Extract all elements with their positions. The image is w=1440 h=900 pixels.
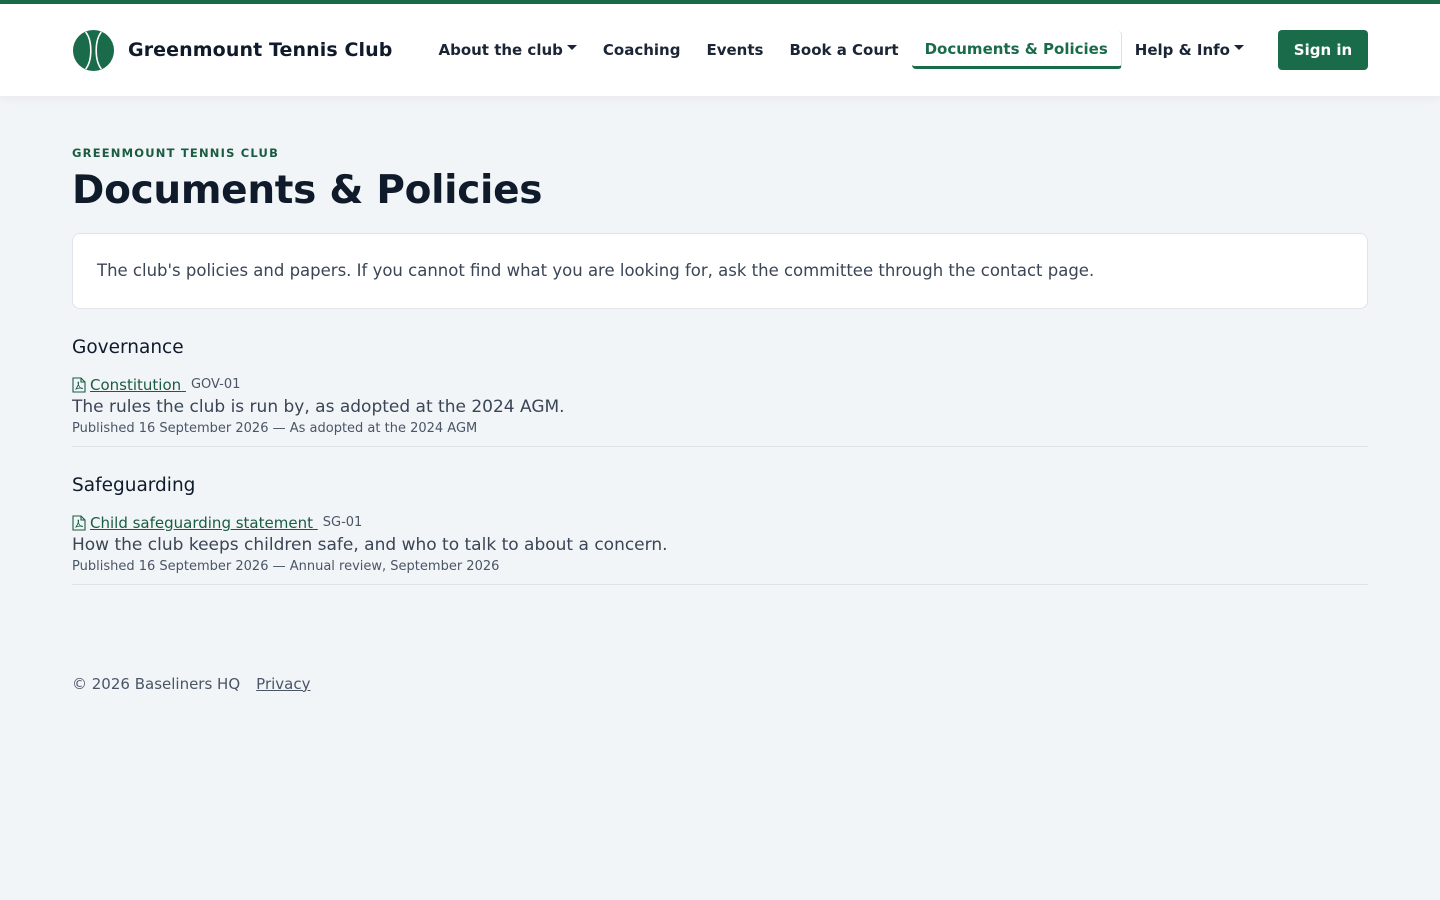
intro-text: The club's policies and papers. If you c… (97, 261, 1095, 281)
document-title-row: Child safeguarding statement SG-01 (72, 514, 1368, 532)
nav-label: Help & Info (1134, 41, 1230, 59)
nav-about-the-club[interactable]: About the club (425, 32, 589, 68)
document-meta: Published 16 September 2026 — Annual rev… (72, 558, 500, 574)
nav-label: Coaching (602, 41, 681, 59)
site-footer: © 2026 Baseliners HQ Privacy (0, 675, 1440, 693)
sign-in-button[interactable]: Sign in (1278, 30, 1368, 70)
nav-events[interactable]: Events (693, 32, 776, 68)
pdf-file-icon (72, 377, 86, 393)
document-item: Constitution GOV-01 The rules the club i… (72, 376, 1368, 447)
caret-down-icon (1234, 44, 1244, 50)
intro-card: The club's policies and papers. If you c… (72, 232, 1368, 309)
main-content: Greenmount Tennis Club Documents & Polic… (0, 146, 1440, 585)
document-code: GOV-01 (190, 377, 241, 393)
nav-label: About the club (438, 41, 563, 59)
caret-down-icon (566, 44, 577, 50)
site-header: Greenmount Tennis Club About the club Co… (0, 4, 1440, 96)
section-governance: Governance Constitution GOV-01 The rules… (72, 337, 1368, 447)
document-description: The rules the club is run by, as adopted… (72, 396, 565, 417)
nav-label: Events (706, 41, 764, 59)
nav-label: Book a Court (789, 41, 899, 59)
nav-book-a-court[interactable]: Book a Court (776, 32, 911, 68)
footer-copyright: © 2026 Baseliners HQ (72, 674, 241, 693)
section-safeguarding: Safeguarding Child safeguarding statemen… (72, 475, 1368, 585)
brand-link[interactable]: Greenmount Tennis Club (72, 29, 392, 72)
document-code: SG-01 (322, 515, 363, 531)
document-link-child-safeguarding[interactable]: Child safeguarding statement (72, 514, 318, 532)
document-link-constitution[interactable]: Constitution (72, 376, 186, 394)
nav-label: Documents & Policies (924, 40, 1108, 58)
page-eyebrow: Greenmount Tennis Club (72, 146, 280, 160)
document-title: Constitution (90, 375, 182, 394)
nav-coaching[interactable]: Coaching (590, 32, 694, 68)
document-item: Child safeguarding statement SG-01 How t… (72, 514, 1368, 585)
page-title: Documents & Policies (72, 168, 543, 213)
document-title-row: Constitution GOV-01 (72, 376, 1368, 394)
brand-name: Greenmount Tennis Club (128, 39, 393, 61)
pdf-file-icon (72, 515, 86, 531)
section-heading: Governance (72, 336, 184, 358)
nav-documents-policies[interactable]: Documents & Policies (911, 31, 1122, 69)
tennis-ball-icon (72, 29, 115, 71)
document-meta: Published 16 September 2026 — As adopted… (72, 420, 478, 436)
footer-privacy-link[interactable]: Privacy (256, 675, 310, 693)
nav-help-info[interactable]: Help & Info (1122, 32, 1257, 68)
document-description: How the club keeps children safe, and wh… (72, 534, 668, 555)
document-title: Child safeguarding statement (90, 513, 313, 532)
section-heading: Safeguarding (72, 474, 196, 496)
main-nav: About the club Coaching Events Book a Co… (425, 4, 1368, 96)
